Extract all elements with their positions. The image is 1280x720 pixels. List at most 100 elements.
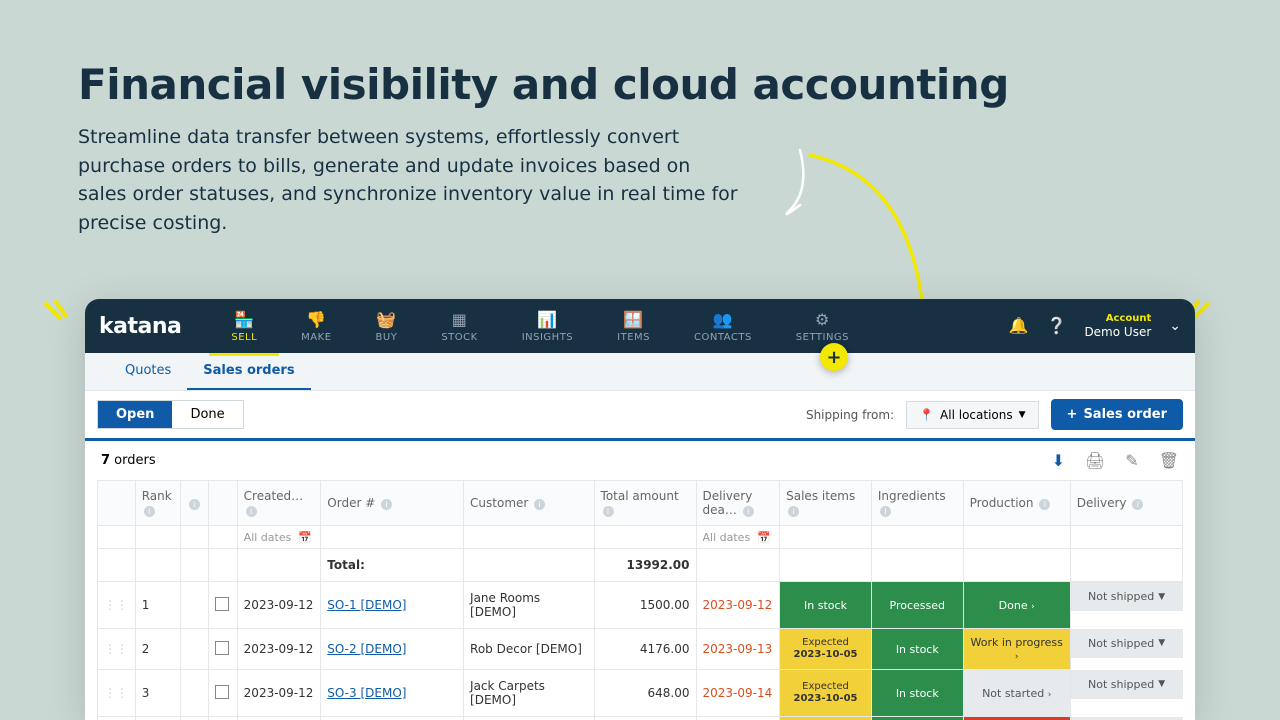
cell-deadline: 2023-09-13 — [696, 629, 780, 670]
col-header[interactable] — [98, 481, 136, 526]
cell-amount: 4176.00 — [594, 629, 696, 670]
status-done: Done › — [963, 582, 1070, 629]
chevron-down-icon[interactable]: ⌄ — [1169, 318, 1181, 334]
caret-down-icon: ▼ — [1019, 410, 1026, 420]
table-row: ⋮⋮22023-09-12SO-2 [DEMO]Rob Decor [DEMO]… — [98, 629, 1183, 670]
settings-icon: ⚙ — [815, 310, 830, 329]
table-row: ⋮⋮32023-09-12SO-3 [DEMO]Jack Carpets [DE… — [98, 670, 1183, 717]
make-icon: 👎 — [306, 310, 326, 329]
cell-deadline: 2023-09-14 — [696, 670, 780, 717]
app-window: katana 🏪SELL👎MAKE🧺BUY▦STOCK📊INSIGHTS🪟ITE… — [85, 299, 1195, 720]
status-processed: Processed — [871, 582, 963, 629]
delivery-dropdown[interactable]: Not shipped ▼ — [1071, 582, 1183, 611]
pill-open[interactable]: Open — [98, 401, 172, 428]
nav-settings[interactable]: ⚙SETTINGS — [774, 304, 871, 349]
nav-contacts[interactable]: 👥CONTACTS — [672, 304, 774, 349]
account-menu[interactable]: Account Demo User — [1084, 313, 1151, 339]
bell-icon[interactable]: 🔔 — [1009, 316, 1029, 335]
cell-amount: 648.00 — [594, 670, 696, 717]
cell-rank: 3 — [135, 670, 180, 717]
col-header[interactable]: i — [180, 481, 209, 526]
col-header[interactable]: Sales items i — [780, 481, 872, 526]
cell-deadline: 2023-09-13 — [696, 717, 780, 720]
status-notstarted: Not started › — [963, 670, 1070, 717]
new-sales-order-button[interactable]: + Sales order — [1051, 399, 1183, 430]
order-count: 7 orders — [101, 453, 156, 468]
nav-sell[interactable]: 🏪SELL — [209, 304, 279, 349]
orders-table: Rank ii Created… iOrder # iCustomer iTota… — [97, 480, 1183, 720]
filter-customer[interactable] — [470, 531, 588, 544]
cell-rank: 1 — [135, 582, 180, 629]
row-checkbox[interactable] — [215, 597, 229, 611]
subtab-quotes[interactable]: Quotes — [109, 353, 187, 390]
nav-stock[interactable]: ▦STOCK — [419, 304, 499, 349]
cell-customer: Jane Rooms [DEMO] — [464, 582, 595, 629]
cell-rank: 4 — [135, 717, 180, 720]
plus-icon: + — [1067, 407, 1078, 422]
cell-amount: 1872.00 — [594, 717, 696, 720]
col-header[interactable]: Delivery dea… i — [696, 481, 780, 526]
download-icon[interactable]: ⬇ — [1052, 451, 1065, 470]
delivery-dropdown[interactable]: Not shipped ▼ — [1071, 670, 1183, 699]
order-link[interactable]: SO-1 [DEMO] — [327, 598, 406, 612]
print-icon[interactable]: 🖨 — [1085, 451, 1105, 470]
cell-deadline: 2023-09-12 — [696, 582, 780, 629]
drag-handle[interactable]: ⋮⋮ — [98, 670, 136, 717]
row-checkbox[interactable] — [215, 685, 229, 699]
filter-created[interactable] — [244, 531, 315, 544]
nav-insights[interactable]: 📊INSIGHTS — [500, 304, 595, 349]
cell-customer: Rob Decor [DEMO] — [464, 629, 595, 670]
row-checkbox[interactable] — [215, 641, 229, 655]
buy-icon: 🧺 — [376, 310, 396, 329]
nav-make[interactable]: 👎MAKE — [279, 304, 353, 349]
cell-created: 2023-09-12 — [237, 582, 321, 629]
filter-order[interactable] — [327, 531, 457, 544]
status-expected: Expected2023-10-06 — [780, 717, 872, 720]
col-header[interactable]: Order # i — [321, 481, 464, 526]
col-header[interactable]: Ingredients i — [871, 481, 963, 526]
col-header[interactable]: Delivery i — [1070, 481, 1182, 526]
help-icon[interactable]: ❔ — [1047, 316, 1067, 335]
pill-done[interactable]: Done — [172, 401, 242, 428]
stock-icon: ▦ — [452, 310, 468, 329]
drag-handle[interactable]: ⋮⋮ — [98, 582, 136, 629]
topbar: katana 🏪SELL👎MAKE🧺BUY▦STOCK📊INSIGHTS🪟ITE… — [85, 299, 1195, 353]
delete-icon[interactable]: 🗑 — [1159, 451, 1179, 470]
sell-icon: 🏪 — [234, 310, 254, 329]
nav-buy[interactable]: 🧺BUY — [354, 304, 420, 349]
location-filter[interactable]: 📍 All locations ▼ — [906, 401, 1038, 429]
delivery-dropdown[interactable]: Not shipped ▼ — [1071, 629, 1183, 658]
col-header[interactable]: Created… i — [237, 481, 321, 526]
drag-handle[interactable]: ⋮⋮ — [98, 717, 136, 720]
logo: katana — [99, 314, 181, 339]
drag-handle[interactable]: ⋮⋮ — [98, 629, 136, 670]
shipping-from-label: Shipping from: — [806, 408, 894, 422]
order-link[interactable]: SO-2 [DEMO] — [327, 642, 406, 656]
order-link[interactable]: SO-3 [DEMO] — [327, 686, 406, 700]
table-row: ⋮⋮1 2023-09-12 SO-1 [DEMO] Jane Rooms [DEMO… — [98, 582, 1183, 629]
cell-created: 2023-09-12 — [237, 670, 321, 717]
delivery-dropdown[interactable]: Not shipped ▼ — [1071, 717, 1183, 720]
col-header[interactable]: Production i — [963, 481, 1070, 526]
hero-subtitle: Streamline data transfer between systems… — [78, 123, 738, 237]
filter-amount[interactable] — [601, 531, 690, 544]
hero-title: Financial visibility and cloud accountin… — [78, 60, 1202, 109]
col-header[interactable]: Rank i — [135, 481, 180, 526]
pin-icon: 📍 — [919, 408, 934, 422]
insights-icon: 📊 — [537, 310, 557, 329]
items-icon: 🪟 — [623, 310, 643, 329]
total-label: Total: — [321, 549, 464, 582]
edit-icon[interactable]: ✎ — [1125, 451, 1138, 470]
nav-items[interactable]: 🪟ITEMS — [595, 304, 672, 349]
status-instock: In stock — [871, 629, 963, 670]
status-wip: Work in progress › — [963, 629, 1070, 670]
fab-add-button[interactable]: + — [820, 343, 848, 371]
col-header[interactable]: Customer i — [464, 481, 595, 526]
col-header[interactable] — [209, 481, 238, 526]
subtab-sales-orders[interactable]: Sales orders — [187, 353, 310, 390]
filter-deadline[interactable] — [703, 531, 774, 544]
status-blocked: Blocked › — [963, 717, 1070, 720]
total-amount: 13992.00 — [594, 549, 696, 582]
table-row: ⋮⋮42023-09-12SO-4 [DEMO]Jack Carpets [DE… — [98, 717, 1183, 720]
col-header[interactable]: Total amount i — [594, 481, 696, 526]
